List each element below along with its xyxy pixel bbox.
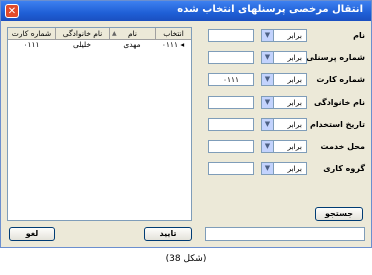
- confirm-button[interactable]: تایید: [144, 227, 192, 241]
- chevron-down-icon[interactable]: ▼: [262, 30, 274, 41]
- filter-input-work-group[interactable]: [208, 162, 254, 175]
- filter-label-hire-date: تاریخ استخدام: [309, 120, 365, 129]
- column-header-select[interactable]: انتخاب: [155, 28, 191, 39]
- chevron-down-icon[interactable]: ▼: [262, 52, 274, 63]
- chevron-down-icon[interactable]: ▼: [262, 163, 274, 174]
- operator-select-name[interactable]: برابر ▼: [261, 29, 307, 42]
- chevron-down-icon[interactable]: ▼: [262, 97, 274, 108]
- operator-select-personnel-number[interactable]: برابر ▼: [261, 51, 307, 64]
- filter-input-service-location[interactable]: [208, 140, 254, 153]
- operator-select-service-location[interactable]: برابر ▼: [261, 140, 307, 153]
- search-button[interactable]: جستجو: [315, 207, 363, 221]
- dialog-window: انتقال مرخصی پرسنلهای انتخاب شده ✕ انتخا…: [0, 0, 372, 248]
- personnel-grid[interactable]: انتخاب نام ▲ نام خانوادگی شماره کارت ◂ ۰…: [7, 27, 192, 221]
- filter-input-card-number[interactable]: ۰۱۱۱: [208, 73, 254, 86]
- status-field[interactable]: [205, 227, 365, 241]
- filter-input-personnel-number[interactable]: [208, 51, 254, 64]
- filter-label-work-group: گروه کاری: [323, 164, 365, 173]
- cell-card: ۰۱۱۱: [23, 40, 40, 49]
- operator-select-work-group[interactable]: برابر ▼: [261, 162, 307, 175]
- title-bar[interactable]: انتقال مرخصی پرسنلهای انتخاب شده ✕: [1, 1, 371, 21]
- cancel-button[interactable]: لغو: [9, 227, 55, 241]
- row-pointer-icon: ◂: [180, 40, 185, 49]
- filter-label-service-location: محل خدمت: [320, 142, 365, 151]
- grid-header: انتخاب نام ▲ نام خانوادگی شماره کارت: [8, 28, 191, 40]
- operator-select-card-number[interactable]: برابر ▼: [261, 73, 307, 86]
- chevron-down-icon[interactable]: ▼: [262, 119, 274, 130]
- figure-caption: (شکل 38): [165, 254, 207, 264]
- close-icon[interactable]: ✕: [5, 4, 19, 18]
- cell-select: ◂ ۰۱۱۱: [161, 40, 185, 49]
- cell-name: مهدی: [123, 40, 141, 49]
- filter-input-name[interactable]: [208, 29, 254, 42]
- chevron-down-icon[interactable]: ▼: [262, 141, 274, 152]
- column-header-family[interactable]: نام خانوادگی: [55, 28, 109, 39]
- filter-input-hire-date[interactable]: [208, 118, 254, 131]
- filter-label-personnel-number: شماره پرسنلی: [306, 53, 365, 62]
- filter-label-family-name: نام خانوادگی: [313, 98, 365, 107]
- filter-label-card-number: شماره کارت: [316, 75, 365, 84]
- sort-arrow-icon: ▲: [112, 30, 117, 37]
- column-header-card[interactable]: شماره کارت: [8, 28, 55, 39]
- filter-label-name: نام: [353, 31, 365, 40]
- window-title: انتقال مرخصی پرسنلهای انتخاب شده: [177, 4, 363, 15]
- table-row[interactable]: ◂ ۰۱۱۱ مهدی خلیلی ۰۱۱۱: [8, 40, 191, 50]
- chevron-down-icon[interactable]: ▼: [262, 74, 274, 85]
- operator-select-family-name[interactable]: برابر ▼: [261, 96, 307, 109]
- filter-input-family-name[interactable]: [208, 96, 254, 109]
- cell-family: خلیلی: [72, 40, 92, 49]
- operator-select-hire-date[interactable]: برابر ▼: [261, 118, 307, 131]
- column-header-name[interactable]: نام ▲: [109, 28, 155, 39]
